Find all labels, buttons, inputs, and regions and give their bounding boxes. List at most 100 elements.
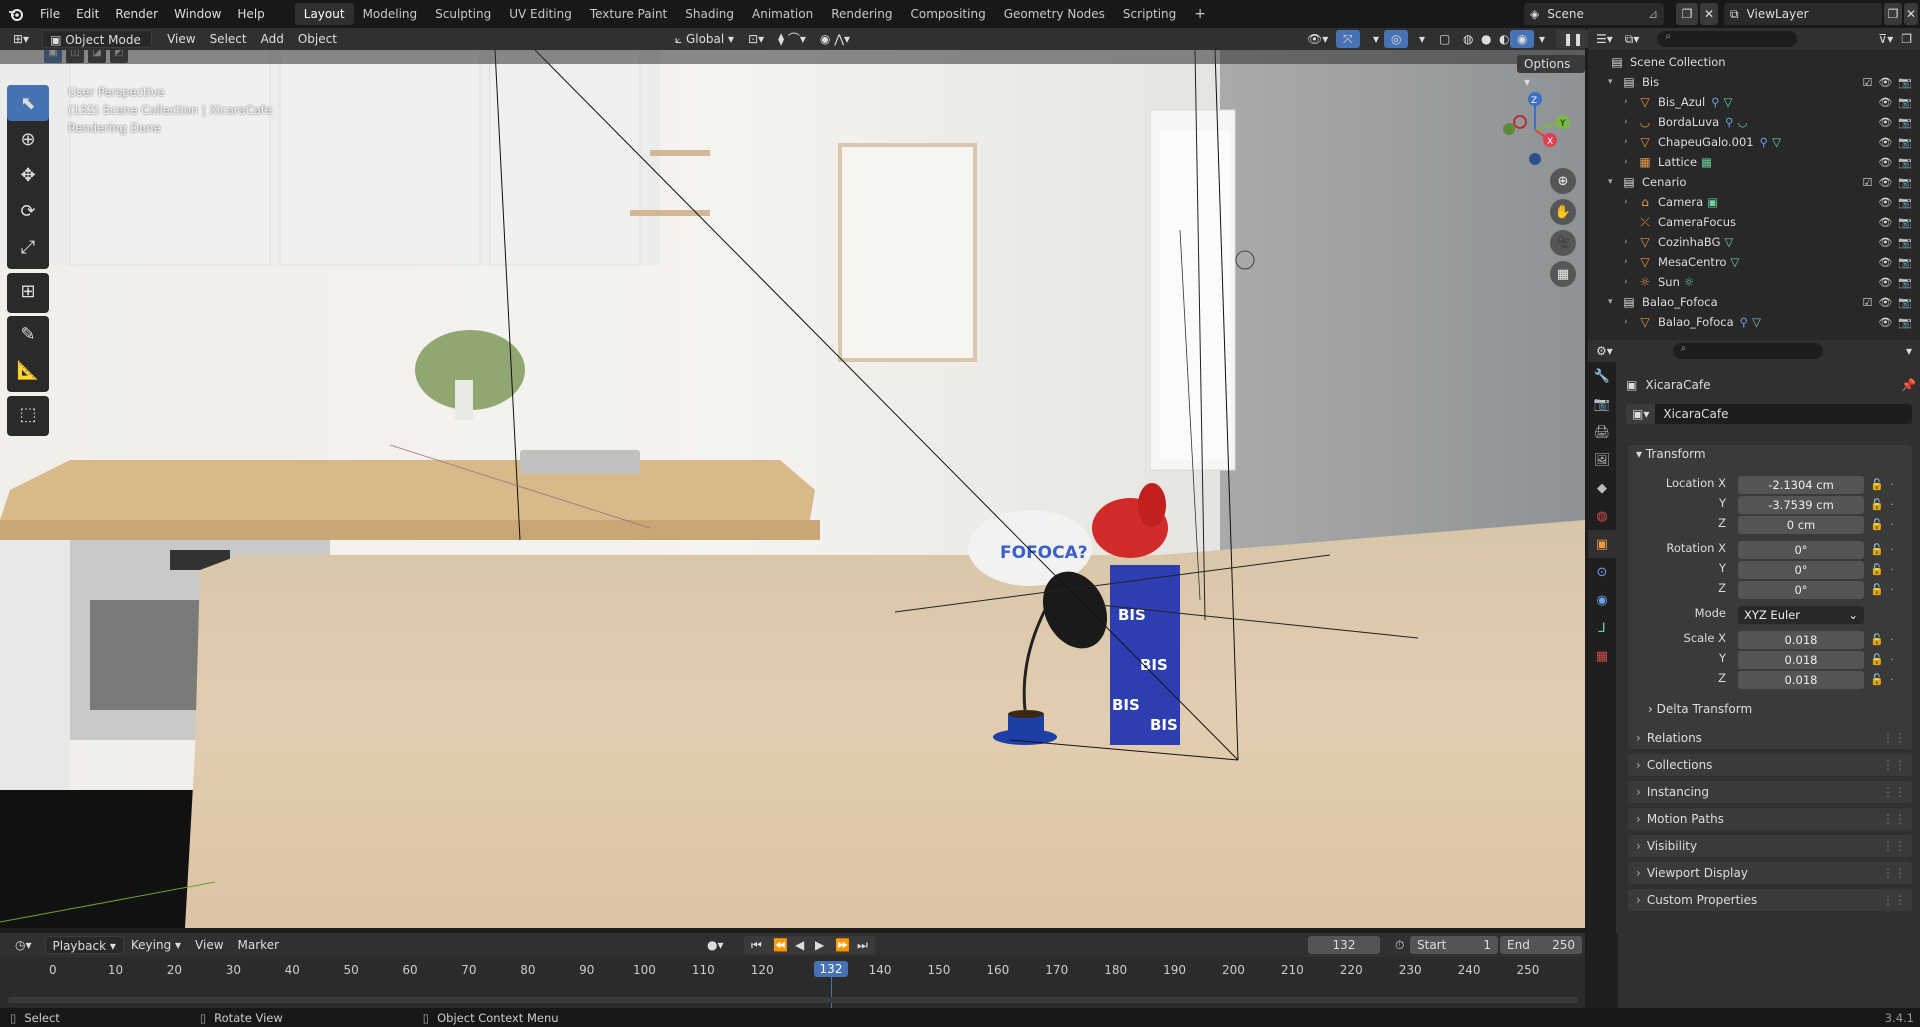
eye-icon[interactable]: 👁 — [1878, 96, 1892, 109]
add-cube-icon[interactable]: ⬚ — [7, 396, 49, 432]
panel-viewport-display[interactable]: › Viewport Display ⋮⋮ — [1628, 862, 1912, 884]
transform-panel-header[interactable]: ▾ Transform — [1636, 447, 1706, 461]
expand-toggle-icon[interactable]: › — [1624, 137, 1636, 147]
rotate-icon[interactable]: ⟳ — [7, 193, 49, 229]
scene-selector[interactable]: ◈ Scene ⊿ — [1524, 3, 1664, 25]
render-camera-icon[interactable]: 📷 — [1898, 196, 1912, 209]
tab-shading[interactable]: Shading — [676, 3, 743, 25]
visibility-icon[interactable]: 👁▾ — [1300, 30, 1335, 48]
new-scene-icon[interactable]: ❐ — [1676, 3, 1698, 25]
rotation-x-field[interactable]: 0° — [1738, 541, 1864, 559]
marker-menu[interactable]: Marker — [231, 936, 286, 954]
modifier-tab-icon[interactable]: ⊙ — [1588, 558, 1616, 586]
xray-icon[interactable]: ▢ — [1432, 30, 1457, 48]
exclude-checkbox-icon[interactable]: ☑ — [1862, 76, 1872, 89]
scale-z-field[interactable]: 0.018 — [1738, 671, 1864, 689]
scene-tab-icon[interactable]: ◆ — [1588, 474, 1616, 502]
timeline-scrollbar[interactable] — [8, 997, 1578, 1003]
playback-menu[interactable]: Playback ▾ — [44, 936, 124, 954]
view-layer-selector[interactable]: ⧉ ViewLayer — [1724, 3, 1882, 25]
render-camera-icon[interactable]: 📷 — [1898, 256, 1912, 269]
camera-view-icon[interactable]: 🎥 — [1550, 230, 1576, 256]
shading-rendered-icon[interactable]: ◉ — [1510, 30, 1535, 48]
outliner-collection-row[interactable]: ▾ ▤ Cenario ☑ 👁 📷 — [1588, 172, 1920, 192]
outliner-object-row[interactable]: › ▽ MesaCentro ▽ 👁 📷 — [1588, 252, 1920, 272]
render-camera-icon[interactable]: 📷 — [1898, 316, 1912, 329]
physics-tab-icon[interactable]: ◉ — [1588, 586, 1616, 614]
data-icon[interactable]: ▽ — [1724, 95, 1733, 109]
panel-instancing[interactable]: › Instancing ⋮⋮ — [1628, 781, 1912, 803]
perspective-toggle-icon[interactable]: ▦ — [1550, 261, 1576, 287]
expand-toggle-icon[interactable]: ▾ — [1608, 297, 1620, 307]
lock-icon[interactable]: 🔓 — [1870, 498, 1884, 511]
outliner-editor-icon[interactable]: ☰▾ — [1596, 32, 1613, 46]
eye-icon[interactable]: 👁 — [1878, 256, 1892, 269]
editor-type-icon[interactable]: ⊞▾ — [6, 30, 36, 48]
tab-rendering[interactable]: Rendering — [822, 3, 901, 25]
properties-options-icon[interactable]: ▾ — [1906, 344, 1912, 358]
rotation-mode-dropdown[interactable]: XYZ Euler ⌄ — [1738, 606, 1864, 624]
expand-toggle-icon[interactable]: › — [1624, 157, 1636, 167]
outliner-object-row[interactable]: › ▽ ChapeuGalo.001 ⚲ ▽ 👁 📷 — [1588, 132, 1920, 152]
tool-tab-icon[interactable]: 🔧 — [1588, 362, 1616, 390]
location-z-field[interactable]: 0 cm — [1738, 516, 1864, 534]
options-dropdown[interactable]: Options ▾ — [1517, 55, 1585, 89]
rotation-z-field[interactable]: 0° — [1738, 581, 1864, 599]
render-camera-icon[interactable]: 📷 — [1898, 216, 1912, 229]
render-camera-icon[interactable]: 📷 — [1898, 156, 1912, 169]
overlays-dropdown-icon[interactable]: ▾ — [1412, 30, 1432, 48]
keyframe-dot-icon[interactable]: · — [1890, 498, 1894, 511]
data-icon[interactable]: ▽ — [1772, 135, 1781, 149]
tab-sculpting[interactable]: Sculpting — [426, 3, 500, 25]
render-camera-icon[interactable]: 📷 — [1898, 136, 1912, 149]
modifier-icon[interactable]: ⚲ — [1760, 135, 1768, 149]
drag-handle-icon[interactable]: ⋮⋮ — [1882, 839, 1906, 853]
menu-edit[interactable]: Edit — [68, 0, 107, 28]
expand-toggle-icon[interactable]: › — [1624, 117, 1636, 127]
eye-icon[interactable]: 👁 — [1878, 136, 1892, 149]
datablock-icon[interactable]: ▣▾ — [1626, 404, 1656, 424]
expand-toggle-icon[interactable]: › — [1624, 317, 1636, 327]
lock-icon[interactable]: 🔓 — [1870, 653, 1884, 666]
timeline-view-menu[interactable]: View — [188, 936, 230, 954]
transform-icon[interactable]: ⊞ — [7, 273, 49, 309]
shading-dropdown-icon[interactable]: ▾ — [1532, 30, 1552, 48]
properties-editor-icon[interactable]: ⚙▾ — [1596, 344, 1613, 358]
drag-handle-icon[interactable]: ⋮⋮ — [1882, 812, 1906, 826]
menu-help[interactable]: Help — [229, 0, 272, 28]
keyframe-dot-icon[interactable]: · — [1890, 518, 1894, 531]
keyframe-dot-icon[interactable]: · — [1890, 583, 1894, 596]
drag-handle-icon[interactable]: ⋮⋮ — [1882, 893, 1906, 907]
modifier-icon[interactable]: ⚲ — [1740, 315, 1748, 329]
start-frame-field[interactable]: Start 1 — [1410, 936, 1498, 954]
proportional-edit-icon[interactable]: ◉ ⋀▾ — [813, 30, 857, 48]
navigation-gizmo[interactable]: Z Y X — [1490, 85, 1575, 170]
outliner-collection-row[interactable]: ▾ ▤ Bis ☑ 👁 📷 — [1588, 72, 1920, 92]
zoom-icon[interactable]: ⊕ — [1550, 168, 1576, 194]
tab-compositing[interactable]: Compositing — [901, 3, 994, 25]
menu-view[interactable]: View — [160, 30, 202, 48]
keyframe-dot-icon[interactable]: · — [1890, 543, 1894, 556]
properties-search-input[interactable]: ⌕ — [1672, 343, 1823, 359]
eye-icon[interactable]: 👁 — [1878, 196, 1892, 209]
blender-logo-icon[interactable] — [0, 0, 32, 28]
tab-layout[interactable]: Layout — [294, 3, 354, 25]
menu-select[interactable]: Select — [203, 30, 254, 48]
outliner-search-input[interactable]: ⌕ — [1657, 31, 1798, 47]
scale-y-field[interactable]: 0.018 — [1738, 651, 1864, 669]
pause-render-icon[interactable]: ❚❚ — [1556, 30, 1591, 48]
drag-handle-icon[interactable]: ⋮⋮ — [1882, 785, 1906, 799]
eye-icon[interactable]: 👁 — [1878, 156, 1892, 169]
eye-icon[interactable]: 👁 — [1878, 236, 1892, 249]
render-tab-icon[interactable]: 📷 — [1588, 390, 1616, 418]
tab-modeling[interactable]: Modeling — [354, 3, 427, 25]
lock-icon[interactable]: 🔓 — [1870, 583, 1884, 596]
render-camera-icon[interactable]: 📷 — [1898, 276, 1912, 289]
display-mode-icon[interactable]: ⧉▾ — [1625, 32, 1640, 47]
render-camera-icon[interactable]: 📷 — [1898, 176, 1912, 189]
delete-view-layer-icon[interactable]: ✕ — [1904, 3, 1918, 25]
overlays-toggle-icon[interactable]: ◎ — [1384, 30, 1409, 48]
expand-toggle-icon[interactable]: › — [1624, 97, 1636, 107]
data-icon[interactable]: ▣ — [1707, 195, 1718, 209]
pan-hand-icon[interactable]: ✋ — [1550, 199, 1576, 225]
